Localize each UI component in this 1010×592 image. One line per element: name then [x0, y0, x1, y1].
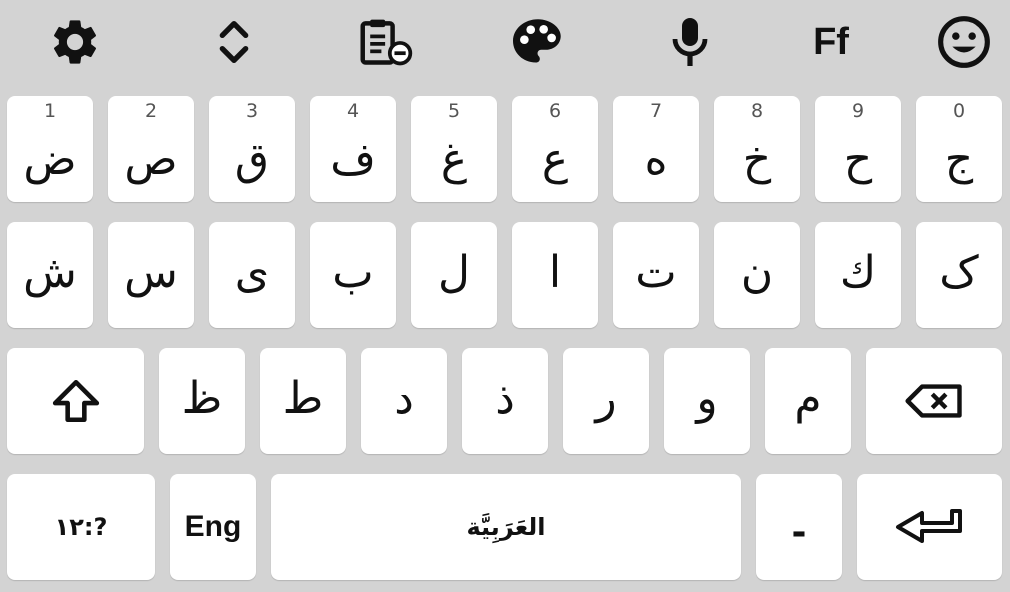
key-sad[interactable]: 2 ص: [108, 96, 194, 202]
key-label: ظ: [181, 373, 223, 424]
key-label: ر: [595, 373, 617, 424]
key-dal[interactable]: د: [361, 348, 447, 454]
key-alef[interactable]: ا: [512, 222, 598, 328]
key-number-hint: 0: [952, 100, 966, 122]
key-number-hint: 7: [649, 100, 663, 122]
key-meem[interactable]: م: [765, 348, 851, 454]
key-label: ق: [234, 134, 270, 185]
key-jeem[interactable]: 0 ج: [916, 96, 1002, 202]
key-label: م: [794, 373, 822, 424]
gear-icon[interactable]: [47, 14, 103, 70]
backspace-key[interactable]: [866, 348, 1002, 454]
enter-key[interactable]: [857, 474, 1002, 580]
space-key[interactable]: العَرَبِيَّة: [271, 474, 741, 580]
fonts-icon[interactable]: Ff: [803, 14, 859, 70]
key-ain[interactable]: 6 ع: [512, 96, 598, 202]
key-dha[interactable]: ظ: [159, 348, 245, 454]
key-seen[interactable]: س: [108, 222, 194, 328]
key-number-hint: 4: [346, 100, 360, 122]
key-label: و: [696, 373, 718, 424]
key-label: ا: [548, 247, 562, 298]
key-number-hint: 8: [750, 100, 764, 122]
key-label: ف: [330, 134, 376, 185]
key-thal[interactable]: ذ: [462, 348, 548, 454]
key-sheen[interactable]: ش: [7, 222, 93, 328]
dash-label: -: [791, 511, 807, 553]
key-label: ش: [23, 247, 77, 298]
key-label: س: [124, 247, 178, 298]
enter-icon: [895, 509, 962, 543]
key-label: ك: [839, 247, 877, 298]
key-qaf[interactable]: 3 ق: [209, 96, 295, 202]
key-keheh[interactable]: ک: [916, 222, 1002, 328]
key-label: ط: [282, 373, 324, 424]
key-noon[interactable]: ن: [714, 222, 800, 328]
language-label: Eng: [184, 510, 242, 543]
symbols-key[interactable]: ١٢:?: [7, 474, 155, 580]
key-label: ج: [944, 134, 974, 185]
key-fa[interactable]: 4 ف: [310, 96, 396, 202]
key-number-hint: 3: [245, 100, 259, 122]
key-label: خ: [742, 134, 772, 185]
backspace-icon: [905, 384, 962, 418]
move-cursor-icon[interactable]: [206, 14, 262, 70]
clipboard-icon[interactable]: [359, 14, 415, 70]
shift-key[interactable]: [7, 348, 144, 454]
key-label: ى: [234, 247, 270, 298]
language-switch-key[interactable]: Eng: [170, 474, 256, 580]
key-label: ب: [332, 247, 374, 298]
key-kaf[interactable]: ك: [815, 222, 901, 328]
palette-icon[interactable]: [510, 14, 566, 70]
key-number-hint: 2: [144, 100, 158, 122]
key-label: ل: [438, 247, 470, 298]
key-number-hint: 6: [548, 100, 562, 122]
key-label: ص: [124, 134, 178, 185]
key-kha[interactable]: 8 خ: [714, 96, 800, 202]
key-tah[interactable]: ط: [260, 348, 346, 454]
keyboard-toolbar: Ff: [0, 0, 1010, 86]
key-label: ض: [23, 134, 77, 185]
key-ra[interactable]: ر: [563, 348, 649, 454]
key-waw[interactable]: و: [664, 348, 750, 454]
dash-key[interactable]: -: [756, 474, 842, 580]
key-label: ع: [541, 134, 569, 185]
key-ha[interactable]: 7 ه: [613, 96, 699, 202]
emoji-icon[interactable]: [936, 14, 992, 70]
key-label: ن: [740, 247, 774, 298]
space-language-label: العَرَبِيَّة: [466, 513, 546, 541]
key-alef-maksura[interactable]: ى: [209, 222, 295, 328]
key-label: غ: [440, 134, 468, 185]
key-number-hint: 1: [43, 100, 57, 122]
key-label: ت: [635, 247, 677, 298]
shift-icon: [52, 379, 99, 423]
key-label: ح: [843, 134, 873, 185]
fonts-label: Ff: [813, 20, 849, 63]
key-label: ه: [644, 134, 668, 185]
key-label: ک: [939, 247, 979, 298]
key-dad[interactable]: 1 ض: [7, 96, 93, 202]
key-ta[interactable]: ت: [613, 222, 699, 328]
key-number-hint: 5: [447, 100, 461, 122]
microphone-icon[interactable]: [662, 14, 718, 70]
key-ghain[interactable]: 5 غ: [411, 96, 497, 202]
key-number-hint: 9: [851, 100, 865, 122]
key-hah[interactable]: 9 ح: [815, 96, 901, 202]
symbols-label: ١٢:?: [54, 513, 108, 541]
key-lam[interactable]: ل: [411, 222, 497, 328]
key-label: د: [394, 373, 414, 424]
key-label: ذ: [495, 373, 515, 424]
key-ba[interactable]: ب: [310, 222, 396, 328]
